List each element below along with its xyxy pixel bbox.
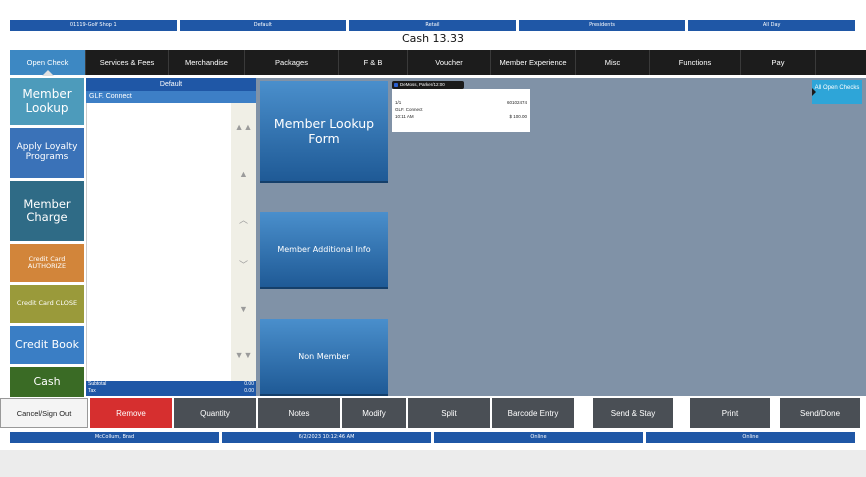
- check-status-icon: [394, 83, 398, 87]
- all-open-checks-label: All Open Checks: [814, 85, 860, 91]
- cash-title: Cash 13.33: [401, 32, 465, 45]
- tab-pay[interactable]: Pay: [741, 50, 816, 75]
- cancel-sign-out-button[interactable]: Cancel/Sign Out: [0, 398, 88, 428]
- notes-button[interactable]: Notes: [258, 398, 340, 428]
- status-user: McCollum, Brad: [10, 432, 219, 443]
- check-list-scrollbar[interactable]: ▲▲ ▲ ︿ ﹀ ▼ ▼▼: [231, 103, 256, 381]
- tab-packages[interactable]: Packages: [245, 50, 339, 75]
- scroll-up-icon[interactable]: ︿: [231, 213, 256, 226]
- tab-member-experience[interactable]: Member Experience: [491, 50, 576, 75]
- scroll-down-icon[interactable]: ﹀: [231, 258, 256, 271]
- credit-book-button[interactable]: Credit Book: [10, 326, 84, 364]
- print-button[interactable]: Print: [690, 398, 770, 428]
- status-datetime: 6/2/2023 10:12:46 AM: [222, 432, 431, 443]
- top-bar-location: 01119-Golf Shop 1: [10, 20, 177, 31]
- tab-misc[interactable]: Misc: [576, 50, 650, 75]
- pos-window: 01119-Golf Shop 1 Default Retail Preside…: [0, 0, 866, 450]
- tab-merchandise[interactable]: Merchandise: [169, 50, 245, 75]
- check-amount: $ 100.00: [509, 114, 527, 119]
- open-check-owner: DeMoss, Parker/12:00: [400, 82, 445, 87]
- check-items-list[interactable]: [86, 103, 231, 381]
- check-panel-selected-item[interactable]: GLF. Connect: [86, 91, 256, 103]
- scroll-page-up-icon[interactable]: ▲: [231, 169, 256, 179]
- play-arrow-icon: [812, 88, 816, 96]
- split-button[interactable]: Split: [408, 398, 490, 428]
- non-member-button[interactable]: Non Member: [260, 319, 388, 396]
- check-location: GLF. Connect: [395, 107, 423, 112]
- status-connection: Online: [434, 432, 643, 443]
- modify-button[interactable]: Modify: [342, 398, 406, 428]
- open-check-header[interactable]: DeMoss, Parker/12:00: [392, 81, 464, 89]
- send-done-button[interactable]: Send/Done: [780, 398, 860, 428]
- category-tabs: Open Check Services & Fees Merchandise P…: [10, 50, 866, 76]
- member-additional-info-button[interactable]: Member Additional Info: [260, 212, 388, 289]
- cash-button[interactable]: Cash: [10, 367, 84, 397]
- top-bar-profile: Default: [179, 20, 347, 31]
- send-stay-button[interactable]: Send & Stay: [593, 398, 673, 428]
- status-server: Online: [646, 432, 855, 443]
- remove-button[interactable]: Remove: [90, 398, 172, 428]
- subtotal-label: Subtotal: [88, 381, 107, 387]
- tab-services-fees[interactable]: Services & Fees: [86, 50, 169, 75]
- status-bar: McCollum, Brad 6/2/2023 10:12:46 AM Onli…: [10, 432, 855, 443]
- apply-loyalty-button[interactable]: Apply Loyalty Programs: [10, 128, 84, 178]
- top-info-bar: 01119-Golf Shop 1 Default Retail Preside…: [10, 20, 855, 31]
- tax-label: Tax: [88, 388, 96, 394]
- tab-voucher[interactable]: Voucher: [408, 50, 491, 75]
- scroll-page-down-icon[interactable]: ▼: [231, 304, 256, 314]
- member-charge-button[interactable]: Member Charge: [10, 181, 84, 241]
- scroll-top-icon[interactable]: ▲▲: [231, 122, 256, 132]
- totals-box: Subtotal 0.00 Tax 0.00: [86, 381, 256, 396]
- check-number: 60102474: [506, 100, 527, 105]
- check-seq: 1/1: [395, 100, 402, 105]
- credit-card-close-button[interactable]: Credit Card CLOSE: [10, 285, 84, 323]
- check-time: 10:11 AM: [395, 114, 414, 119]
- top-bar-price-level: Presidents: [518, 20, 686, 31]
- open-check-card[interactable]: 1/1 60102474 GLF. Connect 10:11 AM $ 100…: [392, 89, 530, 132]
- bottom-action-bar: Cancel/Sign Out Remove Quantity Notes Mo…: [0, 398, 866, 430]
- tab-open-check[interactable]: Open Check: [10, 50, 86, 76]
- barcode-entry-button[interactable]: Barcode Entry: [492, 398, 574, 428]
- all-open-checks-button[interactable]: All Open Checks: [812, 80, 862, 104]
- quantity-button[interactable]: Quantity: [174, 398, 256, 428]
- main-content-area: Member Lookup Form Member Additional Inf…: [256, 78, 866, 396]
- tax-value: 0.00: [244, 388, 254, 394]
- tab-functions[interactable]: Functions: [650, 50, 741, 75]
- tab-f-and-b[interactable]: F & B: [339, 50, 408, 75]
- check-panel-header: Default: [86, 78, 256, 91]
- top-bar-category: Retail: [349, 20, 516, 31]
- member-lookup-form-button[interactable]: Member Lookup Form: [260, 81, 388, 183]
- member-lookup-button[interactable]: Member Lookup: [10, 78, 84, 125]
- credit-card-authorize-button[interactable]: Credit Card AUTHORIZE: [10, 244, 84, 282]
- subtotal-value: 0.00: [244, 381, 254, 387]
- scroll-bottom-icon[interactable]: ▼▼: [231, 350, 256, 360]
- top-bar-period: All Day: [688, 20, 855, 31]
